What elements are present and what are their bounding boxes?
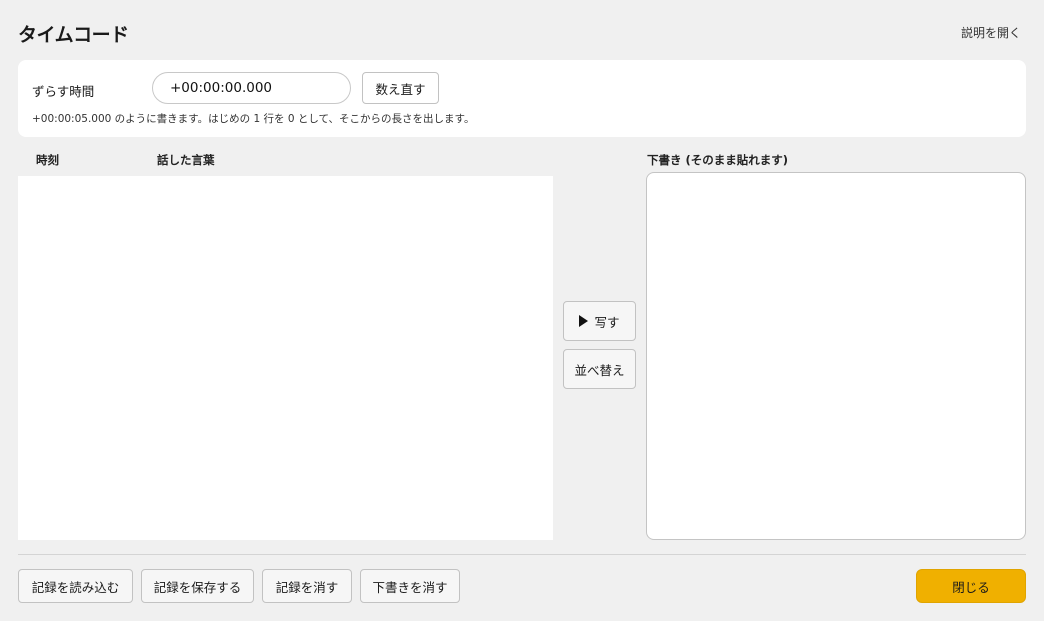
copy-button[interactable]: 写す	[563, 301, 636, 341]
offset-input[interactable]	[152, 72, 351, 104]
draft-textarea[interactable]	[646, 172, 1026, 540]
close-button[interactable]: 閉じる	[916, 569, 1026, 603]
help-link[interactable]: 説明を開く	[961, 24, 1021, 41]
clear-record-button[interactable]: 記録を消す	[262, 569, 352, 603]
recount-button[interactable]: 数え直す	[362, 72, 439, 104]
save-record-button[interactable]: 記録を保存する	[141, 569, 254, 603]
draft-label: 下書き (そのまま貼れます)	[647, 153, 789, 167]
play-icon	[579, 315, 589, 327]
copy-button-label: 写す	[594, 314, 620, 330]
transcript-table[interactable]	[18, 176, 553, 540]
column-header-words: 話した言葉	[157, 153, 215, 167]
sort-button[interactable]: 並べ替え	[563, 349, 636, 389]
clear-draft-button[interactable]: 下書きを消す	[360, 569, 460, 603]
footer-divider	[18, 554, 1026, 555]
offset-label: ずらす時間	[32, 84, 95, 99]
column-header-time: 時刻	[36, 153, 59, 167]
page-title: タイムコード	[18, 24, 129, 46]
offset-hint: +00:00:05.000 のように書きます。はじめの 1 行を 0 として、そ…	[32, 113, 475, 125]
offset-panel: ずらす時間 数え直す +00:00:05.000 のように書きます。はじめの 1…	[18, 60, 1026, 137]
load-record-button[interactable]: 記録を読み込む	[18, 569, 133, 603]
